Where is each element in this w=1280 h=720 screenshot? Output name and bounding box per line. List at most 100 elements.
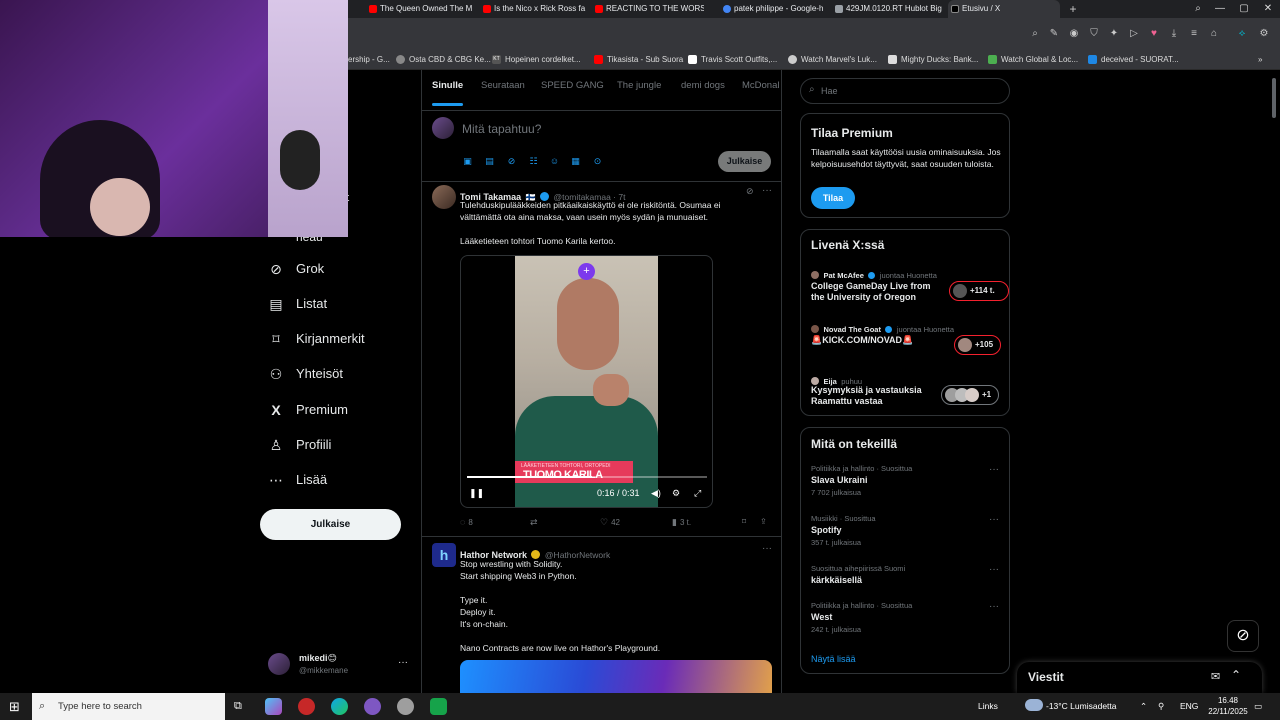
- bookmark-item[interactable]: ership - G...: [348, 50, 390, 70]
- bookmark-item[interactable]: deceived - SUORAT...: [1088, 50, 1179, 70]
- video-player[interactable]: + LÄÄKETIETEEN TOHTORI, ORTOPEDI TUOMO K…: [460, 255, 713, 508]
- bookmark-item[interactable]: Tikasista - Sub Suora: [594, 50, 683, 70]
- subscribe-button[interactable]: Tilaa: [811, 187, 855, 209]
- tab-list[interactable]: The jungle: [617, 80, 661, 91]
- close-icon[interactable]: ✕: [1256, 0, 1280, 18]
- app-icon[interactable]: [430, 698, 447, 715]
- fullscreen-icon[interactable]: ⤢: [694, 488, 701, 499]
- bookmark-item[interactable]: Watch Marvel's Luk...: [788, 50, 877, 70]
- browser-tab[interactable]: REACTING TO THE WORST: [592, 0, 704, 18]
- schedule-icon[interactable]: ▦: [570, 156, 581, 167]
- clock[interactable]: 16.48 22/11/2025: [1206, 695, 1250, 717]
- bookmark-item[interactable]: KT Hopeinen cordelket...: [492, 50, 581, 70]
- heart-icon[interactable]: ♥: [1148, 28, 1160, 40]
- tab-list[interactable]: demi dogs: [681, 80, 725, 91]
- tweet-media-image[interactable]: [460, 660, 772, 693]
- composer-post-button[interactable]: Julkaise: [718, 151, 771, 172]
- tray-overflow-icon[interactable]: ⌃: [1140, 693, 1147, 720]
- bookmark-item[interactable]: Travis Scott Outfits,...: [688, 50, 777, 70]
- zoom-icon[interactable]: ⌕: [1029, 28, 1041, 40]
- live-item[interactable]: Pat McAfee juontaa Huonetta College Game…: [811, 264, 1009, 308]
- browser-tab[interactable]: patek philippe - Google-h: [720, 0, 828, 18]
- weather-text[interactable]: -13°C Lumisadetta: [1046, 693, 1117, 720]
- network-icon[interactable]: ⚲: [1158, 693, 1164, 720]
- expand-icon[interactable]: ⌃: [1231, 668, 1241, 682]
- bookmarks-overflow-icon[interactable]: »: [1258, 50, 1262, 70]
- extension-icon[interactable]: ✦: [1108, 28, 1120, 40]
- bookmark-item[interactable]: Mighty Ducks: Bank...: [888, 50, 978, 70]
- views-button[interactable]: ▮ 3 t.: [672, 517, 691, 528]
- settings-icon[interactable]: ⚙: [672, 488, 680, 499]
- gif-icon[interactable]: ▤: [484, 156, 495, 167]
- composer-input[interactable]: Mitä tapahtuu?: [462, 122, 541, 136]
- repost-button[interactable]: ⇄: [530, 517, 541, 528]
- bookmark-item[interactable]: Watch Global & Loc...: [988, 50, 1078, 70]
- bookmark-icon[interactable]: ⌑: [742, 517, 746, 526]
- bookmark-item[interactable]: Osta CBD & CBG Ke...: [396, 50, 491, 70]
- tweet[interactable]: h Hathor Network @HathorNetwork ··· Stop…: [422, 538, 781, 693]
- download-icon[interactable]: ⤓: [1168, 28, 1180, 40]
- play-icon[interactable]: ▷: [1128, 28, 1140, 40]
- menu-icon[interactable]: ≡: [1188, 28, 1200, 40]
- maximize-icon[interactable]: ▢: [1232, 0, 1256, 18]
- more-options-icon[interactable]: ···: [989, 601, 999, 612]
- show-more-link[interactable]: Näytä lisää: [811, 654, 856, 664]
- tab-list[interactable]: SPEED GANG: [541, 80, 604, 91]
- taskbar-search-input[interactable]: Type here to search: [32, 693, 225, 720]
- pause-icon[interactable]: ❚❚: [469, 488, 484, 499]
- account-switcher[interactable]: mikedi😊 @mikkemane ···: [268, 651, 413, 683]
- like-button[interactable]: ♡ 42: [600, 517, 620, 528]
- edit-icon[interactable]: ✎: [1048, 28, 1060, 40]
- tab-for-you[interactable]: Sinulle: [432, 80, 463, 91]
- discord-icon[interactable]: [364, 698, 381, 715]
- post-button[interactable]: Julkaise: [260, 509, 401, 540]
- edge-icon[interactable]: [331, 698, 348, 715]
- location-icon[interactable]: ⊙: [592, 156, 603, 167]
- more-options-icon[interactable]: ···: [989, 464, 999, 475]
- trend-item[interactable]: Politiikka ja hallinto · Suosittua West …: [811, 601, 1006, 637]
- trend-item[interactable]: Musiikki · Suosittua Spotify 357 t. julk…: [811, 514, 1006, 550]
- messages-drawer[interactable]: Viestit ✉ ⌃: [1017, 662, 1262, 693]
- more-options-icon[interactable]: ···: [989, 564, 999, 575]
- live-item[interactable]: Novad The Goat juontaa Huonetta 🚨KICK.CO…: [811, 318, 1006, 358]
- notifications-icon[interactable]: ▭: [1254, 693, 1262, 720]
- more-options-icon[interactable]: ···: [398, 657, 408, 668]
- tweet[interactable]: Tomi Takamaa 🇫🇮 @tomitakamaa · 7t ⊘ ··· …: [422, 182, 781, 537]
- reply-button[interactable]: ◌ 8: [460, 517, 473, 527]
- grok-icon[interactable]: ⊘: [506, 156, 517, 167]
- image-icon[interactable]: ▣: [462, 156, 473, 167]
- more-options-icon[interactable]: ···: [762, 543, 772, 554]
- more-options-icon[interactable]: ···: [989, 514, 999, 525]
- video-progress-bar[interactable]: [467, 476, 707, 478]
- new-message-icon[interactable]: ✉: [1211, 670, 1220, 683]
- poll-icon[interactable]: ☷: [528, 156, 539, 167]
- camera-icon[interactable]: ◉: [1068, 28, 1080, 40]
- minimize-icon[interactable]: —: [1208, 0, 1232, 18]
- grok-icon[interactable]: ⊘: [746, 186, 754, 197]
- links-toolbar[interactable]: Links: [978, 693, 998, 720]
- emoji-icon[interactable]: ☺: [549, 156, 560, 167]
- browser-tab[interactable]: 429JM.0120.RT Hublot Big: [832, 0, 942, 18]
- app-icon[interactable]: [397, 698, 414, 715]
- new-tab-button[interactable]: +: [1066, 0, 1080, 18]
- trend-item[interactable]: Politiikka ja hallinto · Suosittua Slava…: [811, 464, 1006, 500]
- browser-tab[interactable]: The Queen Owned The M: [366, 0, 478, 18]
- shield-icon[interactable]: ⛉: [1088, 28, 1100, 40]
- volume-icon[interactable]: ◀): [651, 488, 661, 499]
- more-options-icon[interactable]: ···: [762, 185, 772, 196]
- lock-icon[interactable]: ⌂: [1208, 28, 1220, 40]
- browser-tab[interactable]: Is the Nico x Rick Ross fa: [480, 0, 588, 18]
- windows-start-icon[interactable]: ⊞: [9, 699, 20, 715]
- scrollbar[interactable]: [1272, 78, 1276, 118]
- widgets-icon[interactable]: [265, 698, 282, 715]
- task-view-icon[interactable]: ⧉: [234, 700, 242, 713]
- language-indicator[interactable]: ENG: [1180, 693, 1198, 720]
- trend-item[interactable]: Suosittua aihepiirissä Suomi kärkkäisell…: [811, 564, 1006, 590]
- tab-list[interactable]: McDonal: [742, 80, 780, 91]
- live-item[interactable]: Eija puhuu Kysymyksiä ja vastauksia Raam…: [811, 370, 1006, 410]
- browser-tab-active[interactable]: Etusivu / X: [948, 0, 1060, 18]
- sidebar-icon[interactable]: ⟡: [1236, 28, 1248, 40]
- share-icon[interactable]: ⇪: [760, 517, 767, 526]
- settings-icon[interactable]: ⚙: [1258, 28, 1270, 40]
- grok-float-button[interactable]: ⊘: [1227, 620, 1259, 652]
